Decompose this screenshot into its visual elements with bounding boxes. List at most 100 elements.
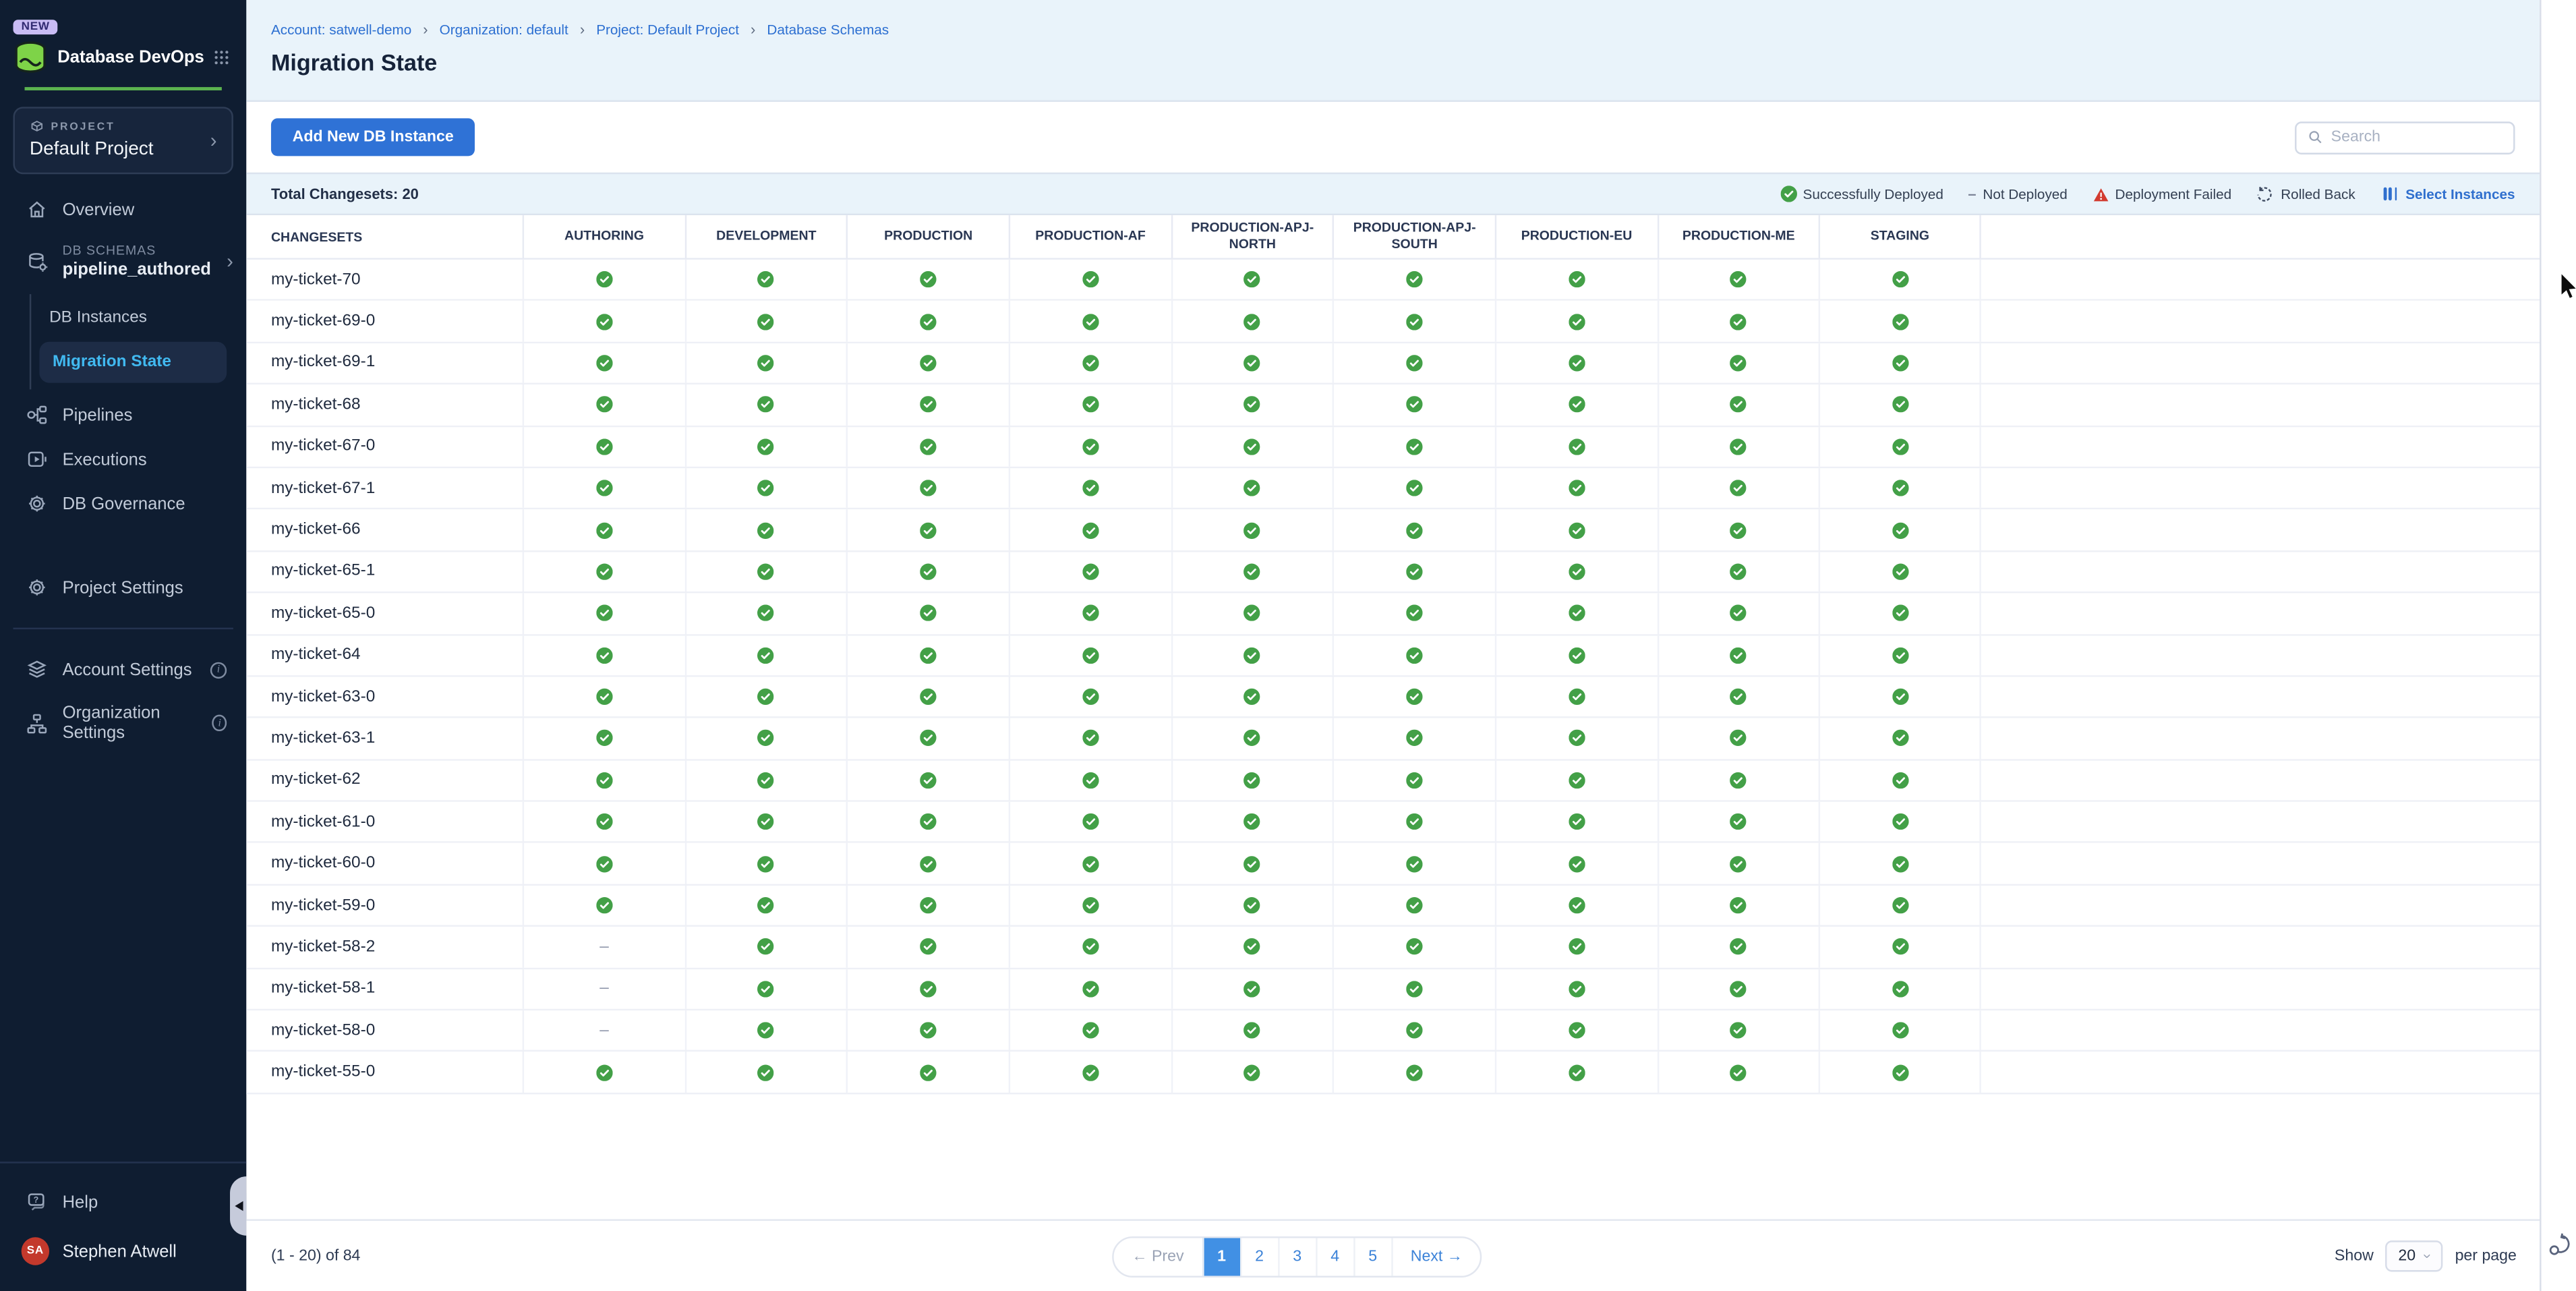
status-cell <box>684 510 846 550</box>
sidebar-item-overview[interactable]: Overview <box>0 188 246 232</box>
table-header-row: CHANGESETSAUTHORINGDEVELOPMENTPRODUCTION… <box>246 215 2540 260</box>
status-cell <box>1657 594 1819 633</box>
status-cell <box>1333 927 1494 967</box>
check-circle-icon <box>1244 438 1260 455</box>
status-cell <box>1657 1010 1819 1050</box>
status-cell <box>684 802 846 842</box>
sidebar-item-db-instances[interactable]: DB Instances <box>31 297 246 339</box>
breadcrumb-link[interactable]: Database Schemas <box>767 22 889 38</box>
check-circle-icon <box>1244 730 1260 747</box>
sidebar-item-db-governance[interactable]: DB Governance <box>0 482 246 526</box>
avatar: SA <box>22 1237 49 1265</box>
sidebar-item-help[interactable]: ? Help <box>0 1180 246 1224</box>
status-cell <box>684 343 846 383</box>
status-cell <box>1009 802 1171 842</box>
status-cell <box>684 1010 846 1050</box>
column-header: CHANGESETS <box>246 215 522 258</box>
table-row: my-ticket-63-0 <box>246 677 2540 718</box>
check-circle-icon <box>596 605 612 621</box>
breadcrumb-separator: › <box>751 22 755 38</box>
next-page-button[interactable]: Next → <box>1391 1237 1481 1275</box>
column-header: PRODUCTION-AF <box>1009 215 1171 258</box>
sidebar-item-project-settings[interactable]: Project Settings <box>0 565 246 610</box>
mouse-cursor <box>2559 272 2576 300</box>
check-circle-icon <box>1569 647 1585 663</box>
support-chat-icon[interactable] <box>2548 1232 2573 1257</box>
breadcrumb-link[interactable]: Organization: default <box>440 22 568 38</box>
page-2-button[interactable]: 2 <box>1239 1237 1277 1275</box>
status-cell <box>1009 760 1171 800</box>
sidebar-item-pipelines[interactable]: Pipelines <box>0 393 246 437</box>
sidebar-item-executions[interactable]: Executions <box>0 437 246 482</box>
sidebar-item-migration-state[interactable]: Migration State <box>39 342 227 383</box>
check-circle-icon <box>1730 981 1747 997</box>
check-circle-icon <box>758 271 774 287</box>
table-row: my-ticket-65-0 <box>246 594 2540 635</box>
check-circle-icon <box>1730 647 1747 663</box>
search-box[interactable] <box>2295 121 2515 154</box>
sidebar-item-organization-settings[interactable]: Organization Settings i <box>0 692 246 755</box>
page-1-button[interactable]: 1 <box>1202 1237 1239 1275</box>
status-cell <box>1333 844 1494 884</box>
status-cell <box>1171 844 1333 884</box>
check-circle-icon <box>1730 730 1747 747</box>
check-circle-icon <box>920 397 937 413</box>
breadcrumb-link[interactable]: Account: satwell-demo <box>271 22 411 38</box>
status-cell <box>1819 969 1981 1008</box>
check-circle-icon <box>758 563 774 579</box>
search-input[interactable] <box>2331 128 2502 146</box>
column-header: PRODUCTION-APJ-SOUTH <box>1333 215 1494 258</box>
check-circle-icon <box>1892 605 1908 621</box>
status-cell <box>846 384 1008 424</box>
project-selector[interactable]: PROJECT Default Project › <box>13 107 233 174</box>
status-cell <box>684 302 846 341</box>
page-5-button[interactable]: 5 <box>1353 1237 1391 1275</box>
check-circle-icon <box>1082 772 1099 788</box>
status-cell <box>1657 844 1819 884</box>
check-circle-icon <box>1730 1064 1747 1081</box>
check-circle-icon <box>1892 355 1908 371</box>
select-instances-button[interactable]: Select Instances <box>2383 185 2515 202</box>
check-circle-icon <box>1406 605 1422 621</box>
status-cell <box>523 886 684 925</box>
prev-page-button[interactable]: ← Prev <box>1114 1237 1202 1275</box>
check-circle-icon <box>920 313 937 329</box>
app-switcher-icon[interactable] <box>214 48 230 67</box>
check-circle-icon <box>1892 897 1908 913</box>
pagination-range: (1 - 20) of 84 <box>246 1247 360 1265</box>
page-4-button[interactable]: 4 <box>1315 1237 1353 1275</box>
legend-warning: Deployment Failed <box>2092 185 2231 202</box>
check-circle-icon <box>1082 397 1099 413</box>
check-circle-icon <box>596 772 612 788</box>
check-circle-icon <box>1892 730 1908 747</box>
breadcrumb-link[interactable]: Project: Default Project <box>596 22 739 38</box>
sidebar-item-db-schemas[interactable]: DB SCHEMAS pipeline_authored › <box>0 231 246 291</box>
check-circle-icon <box>1406 355 1422 371</box>
sidebar-item-account-settings[interactable]: Account Settings i <box>0 648 246 692</box>
add-db-instance-button[interactable]: Add New DB Instance <box>271 118 475 156</box>
check-circle-icon <box>596 397 612 413</box>
status-cell: – <box>523 1010 684 1050</box>
page-size-select[interactable]: 20 › <box>2385 1240 2444 1271</box>
check-circle-icon <box>1730 855 1747 871</box>
check-circle-icon <box>1730 271 1747 287</box>
status-cell <box>846 302 1008 341</box>
status-cell <box>523 1052 684 1092</box>
changeset-name: my-ticket-63-0 <box>246 677 522 716</box>
check-circle-icon <box>1244 772 1260 788</box>
status-cell <box>1819 1010 1981 1050</box>
page-3-button[interactable]: 3 <box>1277 1237 1315 1275</box>
check-circle-icon <box>920 855 937 871</box>
status-cell <box>1819 802 1981 842</box>
check-circle-icon <box>758 522 774 538</box>
check-circle-icon <box>1569 355 1585 371</box>
status-cell <box>1009 260 1171 299</box>
check-circle-icon <box>1569 939 1585 955</box>
user-menu[interactable]: SA Stephen Atwell <box>0 1224 246 1278</box>
check-circle-icon <box>920 647 937 663</box>
sidebar-collapse-handle[interactable] <box>230 1176 246 1236</box>
gear-icon <box>26 577 48 598</box>
check-circle-icon <box>1406 897 1422 913</box>
check-circle-icon <box>1730 813 1747 830</box>
table-row: my-ticket-69-0 <box>246 302 2540 343</box>
